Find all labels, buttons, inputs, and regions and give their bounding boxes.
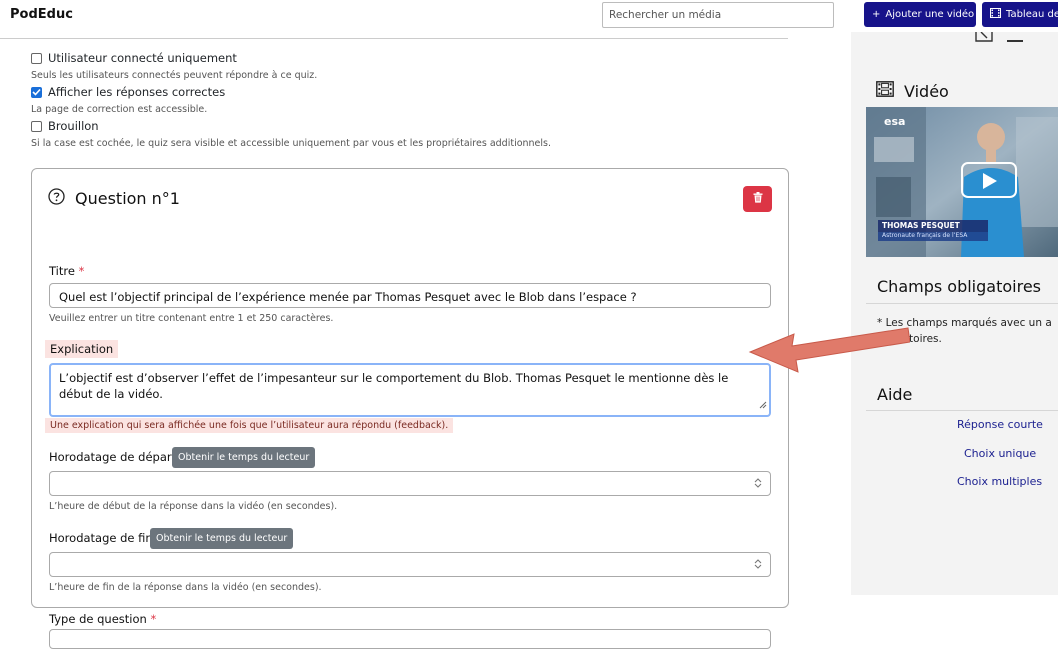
question-heading: Question n°1 [48, 188, 180, 209]
explanation-label: Explication [45, 340, 119, 358]
title-label-text: Titre [49, 264, 75, 278]
quiz-form: Utilisateur connecté uniquement Seuls le… [0, 40, 850, 649]
dashboard-button[interactable]: Tableau de [982, 2, 1058, 27]
delete-question-button[interactable] [743, 186, 772, 212]
help-heading: Aide [877, 385, 912, 404]
end-time-help: L’heure de fin de la réponse dans la vid… [49, 582, 322, 593]
dashboard-label: Tableau de [1006, 9, 1058, 20]
menu-icon[interactable] [1007, 32, 1023, 46]
required-mark: * [150, 612, 157, 626]
video-caption-name: THOMAS PESQUET [882, 221, 960, 230]
help-link-short-answer[interactable]: Réponse courte [957, 418, 1043, 431]
edit-icon[interactable] [975, 31, 993, 46]
title-help: Veuillez entrer un titre contenant entre… [49, 313, 334, 324]
title-label: Titre * [49, 264, 84, 278]
add-video-label: Ajouter une vidéo [885, 9, 975, 20]
option-help: La page de correction est accessible. [31, 104, 208, 115]
question-type-label-text: Type de question [49, 612, 147, 626]
trash-icon [753, 192, 763, 206]
top-navbar: PodEduc + Ajouter une vidéo Tableau de [0, 0, 1058, 32]
option-logged-in-only[interactable]: Utilisateur connecté uniquement [31, 51, 237, 65]
video-title: Vidéo [904, 81, 949, 101]
option-label: Utilisateur connecté uniquement [48, 51, 237, 65]
question-card: Question n°1 Titre * Quel est l’objectif… [31, 168, 789, 649]
sidebar-toolbar [975, 31, 1023, 46]
question-type-label: Type de question * [49, 612, 156, 626]
get-end-time-button[interactable]: Obtenir le temps du lecteur [150, 528, 294, 549]
checkbox[interactable] [31, 120, 42, 132]
option-label: Afficher les réponses correctes [48, 85, 226, 99]
plus-icon: + [872, 9, 881, 20]
explanation-text: L’objectif est d’observer l’effet de l’i… [59, 371, 729, 401]
start-time-help: L’heure de début de la réponse dans la v… [49, 501, 338, 512]
option-help: Si la case est cochée, le quiz sera visi… [31, 138, 552, 149]
divider [866, 303, 1058, 304]
search-input[interactable] [602, 2, 834, 28]
required-fields-text: * Les champs marqués avec un a obligatoi… [877, 317, 1052, 345]
resize-handle-icon[interactable] [759, 397, 767, 413]
required-fields-heading: Champs obligatoires [877, 277, 1041, 296]
start-time-label: Horodatage de départ [49, 450, 177, 464]
divider [866, 410, 1058, 411]
question-title: Question n°1 [75, 189, 180, 208]
explanation-textarea[interactable]: L’objectif est d’observer l’effet de l’i… [49, 363, 771, 417]
brand-logo[interactable]: PodEduc [10, 7, 73, 22]
video-esa-logo: esa [884, 115, 906, 128]
end-time-label: Horodatage de fin [49, 531, 153, 545]
get-start-time-button[interactable]: Obtenir le temps du lecteur [172, 447, 316, 468]
help-title: Aide [877, 385, 913, 404]
end-time-input[interactable] [49, 552, 771, 577]
checkbox-checked[interactable] [31, 86, 42, 98]
option-label: Brouillon [48, 119, 99, 133]
video-heading: Vidéo [876, 81, 949, 101]
sidebar: Vidéo esa THOMAS PESQUET Astronaute fran… [851, 31, 1058, 595]
video-thumbnail[interactable]: esa THOMAS PESQUET Astronaute français d… [866, 107, 1058, 257]
question-circle-icon [48, 188, 65, 209]
video-caption-role: Astronaute français de l’ESA [882, 232, 968, 239]
required-fields-title: Champs obligatoires [877, 277, 1041, 296]
question-type-select[interactable] [49, 629, 771, 649]
explanation-help: Une explication qui sera affichée une fo… [45, 418, 454, 433]
divider [0, 38, 788, 39]
option-draft[interactable]: Brouillon [31, 119, 99, 133]
option-help: Seuls les utilisateurs connectés peuvent… [31, 70, 318, 81]
required-mark: * [78, 264, 85, 278]
start-time-input[interactable] [49, 471, 771, 496]
add-video-button[interactable]: + Ajouter une vidéo [864, 2, 976, 27]
title-input[interactable]: Quel est l’objectif principal de l’expér… [49, 283, 771, 308]
spinner-icon[interactable] [754, 558, 762, 573]
film-icon [990, 8, 1001, 21]
help-link-single-choice[interactable]: Choix unique [964, 447, 1036, 460]
spinner-icon[interactable] [754, 477, 762, 492]
option-show-correct-answers[interactable]: Afficher les réponses correctes [31, 85, 225, 99]
help-link-multiple-choice[interactable]: Choix multiples [957, 475, 1042, 488]
film-icon [876, 81, 894, 101]
checkbox[interactable] [31, 52, 42, 64]
